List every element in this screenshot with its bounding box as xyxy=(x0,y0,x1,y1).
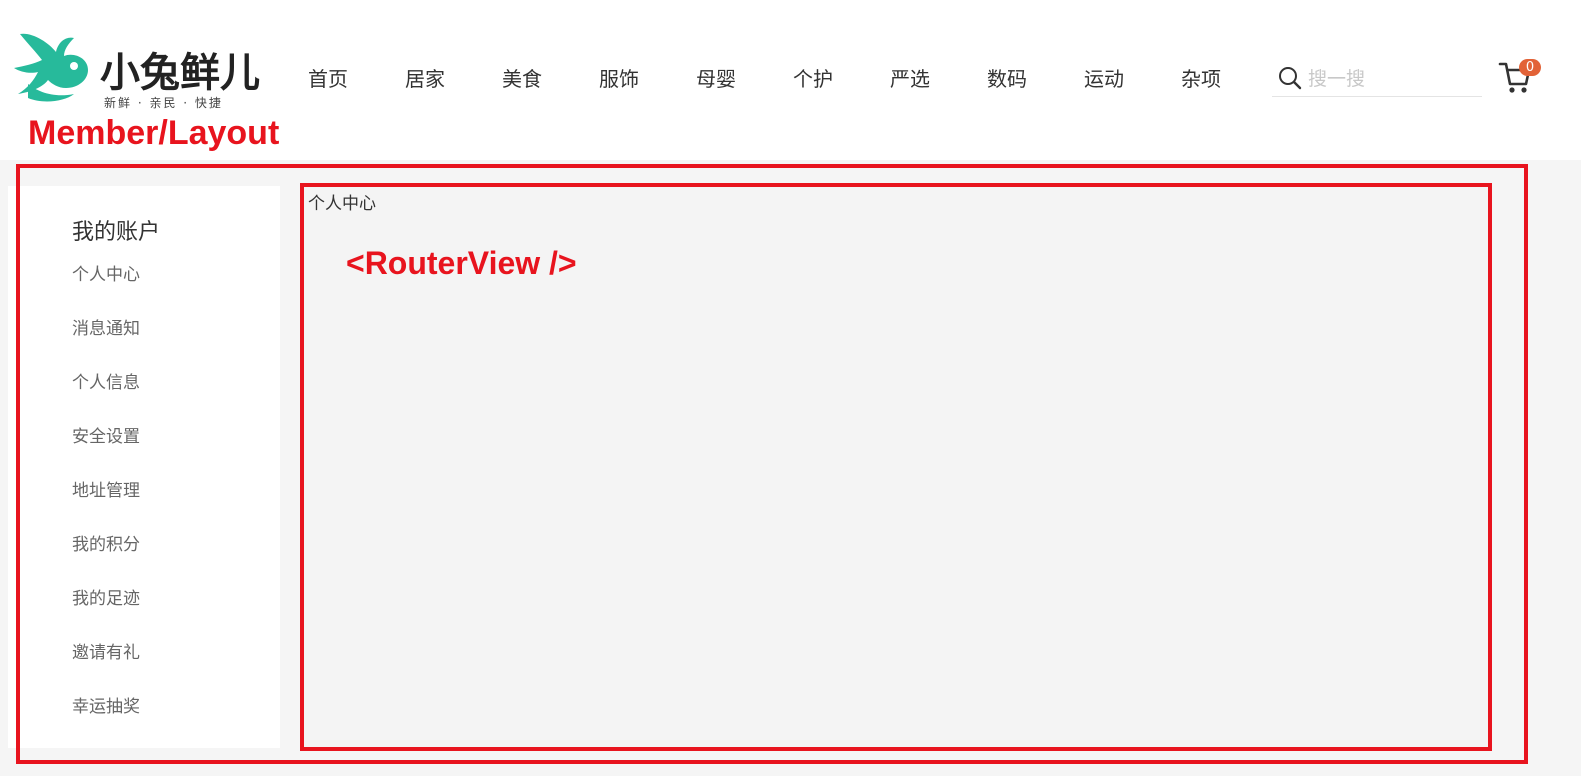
nav-item-selected[interactable]: 严选 xyxy=(890,62,987,96)
logo-title: 小兔鲜儿 xyxy=(100,49,260,96)
nav-item-food[interactable]: 美食 xyxy=(502,62,599,96)
search-bar xyxy=(1272,60,1482,97)
search-icon[interactable] xyxy=(1278,66,1302,90)
nav-item-baby[interactable]: 母婴 xyxy=(696,62,793,96)
nav-item-home[interactable]: 首页 xyxy=(308,62,405,96)
app-header: 小兔鲜儿 新鲜 · 亲民 · 快捷 首页 居家 美食 服饰 母婴 个护 严选 数… xyxy=(0,0,1581,160)
nav-item-digital[interactable]: 数码 xyxy=(987,62,1084,96)
rabbit-logo-icon xyxy=(14,33,88,102)
nav-item-sports[interactable]: 运动 xyxy=(1084,62,1181,96)
nav-item-home-living[interactable]: 居家 xyxy=(405,62,502,96)
cart-button[interactable]: 0 xyxy=(1498,58,1546,98)
logo[interactable]: 小兔鲜儿 新鲜 · 亲民 · 快捷 xyxy=(8,22,260,114)
main-nav: 首页 居家 美食 服饰 母婴 个护 严选 数码 运动 杂项 xyxy=(308,62,1278,96)
search-input[interactable] xyxy=(1306,64,1480,94)
member-layout-annotation: Member/Layout xyxy=(28,114,280,152)
logo-slogan: 新鲜 · 亲民 · 快捷 xyxy=(104,96,223,110)
member-layout-outline xyxy=(16,164,1528,764)
nav-item-personal-care[interactable]: 个护 xyxy=(793,62,890,96)
cart-count-badge: 0 xyxy=(1519,59,1541,76)
nav-item-apparel[interactable]: 服饰 xyxy=(599,62,696,96)
nav-item-misc[interactable]: 杂项 xyxy=(1181,62,1278,96)
